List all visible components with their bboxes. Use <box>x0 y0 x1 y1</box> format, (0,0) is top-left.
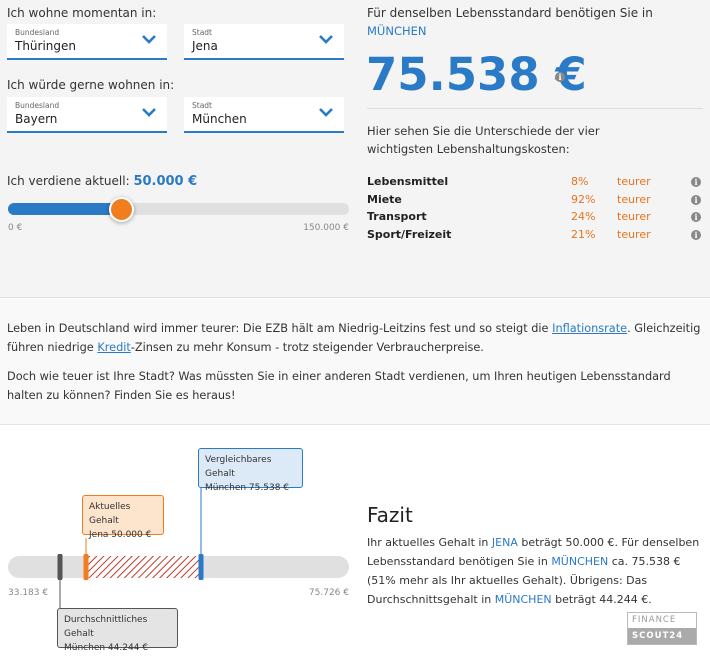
salary-slider-handle[interactable] <box>109 197 134 222</box>
result-amount: 75.538 € <box>366 48 587 101</box>
chevron-down-icon <box>142 35 156 44</box>
cost-trend: teurer <box>617 175 651 188</box>
difference-range <box>86 556 201 578</box>
divider <box>367 108 703 109</box>
average-salary-marker <box>57 554 63 580</box>
average-salary-box: Durchschnittliches Gehalt München 44.244… <box>57 608 178 653</box>
cost-percent: 24% <box>571 210 596 223</box>
select-caption: Bundesland <box>15 101 60 110</box>
inflation-link[interactable]: Inflationsrate <box>552 322 627 335</box>
chevron-down-icon <box>319 35 333 44</box>
select-value: Jena <box>192 39 218 53</box>
salary-label-text: Ich verdiene aktuell: <box>7 174 130 188</box>
desired-location-label: Ich würde gerne wohnen in: <box>7 78 175 92</box>
salary-label: Ich verdiene aktuell: 50.000 € <box>7 174 197 189</box>
current-city-select[interactable]: Stadt Jena <box>184 24 344 60</box>
cost-name: Miete <box>367 193 402 206</box>
cost-trend: teurer <box>617 228 651 241</box>
current-salary-box: Aktuelles Gehalt Jena 50.000 € <box>82 495 164 540</box>
cost-name: Sport/Freizeit <box>367 228 452 241</box>
cost-percent: 92% <box>571 193 596 206</box>
select-caption: Bundesland <box>15 28 60 37</box>
info-icon[interactable]: i <box>691 195 701 205</box>
fazit-title: Fazit <box>367 503 413 527</box>
cost-row-food: Lebensmittel 8% teurer i <box>367 175 703 192</box>
select-value: München <box>192 112 247 126</box>
salary-slider-fill <box>8 203 122 215</box>
salary-slider-track[interactable] <box>8 203 349 215</box>
slider-min-label: 0 € <box>8 223 23 233</box>
current-location-label: Ich wohne momentan in: <box>7 6 157 20</box>
fazit-city: JENA <box>491 536 518 549</box>
logo-line2: SCOUT24 <box>628 628 696 644</box>
chevron-down-icon <box>319 108 333 117</box>
cost-percent: 8% <box>571 175 589 188</box>
cost-row-transport: Transport 24% teurer i <box>367 210 703 227</box>
text: beträgt 44.244 €. <box>551 593 652 606</box>
box-title: Durchschnittliches Gehalt <box>64 615 148 639</box>
article-paragraph-2: Doch wie teuer ist Ihre Stadt? Was müsst… <box>7 370 671 402</box>
cost-row-leisure: Sport/Freizeit 21% teurer i <box>367 228 703 245</box>
chevron-down-icon <box>142 108 156 117</box>
article-section <box>0 299 710 425</box>
text: Leben in Deutschland wird immer teurer: … <box>7 322 553 335</box>
comparable-salary-box: Vergleichbares Gehalt München 75.538 € <box>198 448 303 493</box>
box-text: Jena 50.000 € <box>89 530 152 540</box>
box-title: Aktuelles Gehalt <box>89 502 131 526</box>
info-icon[interactable]: i <box>691 177 701 187</box>
box-text: München 44.244 € <box>64 643 149 653</box>
select-caption: Stadt <box>192 28 212 37</box>
select-value: Bayern <box>15 112 58 126</box>
select-value: Thüringen <box>15 39 77 53</box>
current-salary-marker <box>83 554 89 580</box>
cost-trend: teurer <box>617 193 651 206</box>
range-max-label: 75.726 € <box>308 588 349 598</box>
box-title: Vergleichbares Gehalt <box>205 455 272 479</box>
fazit-city: MÜNCHEN <box>494 593 552 606</box>
result-city: MÜNCHEN <box>367 24 427 38</box>
slider-max-label: 150.000 € <box>303 223 349 233</box>
select-caption: Stadt <box>192 101 212 110</box>
box-text: München 75.538 € <box>205 483 290 493</box>
fazit-text: Ihr aktuelles Gehalt in JENA beträgt 50.… <box>367 533 702 609</box>
fazit-city: MÜNCHEN <box>551 555 609 568</box>
info-icon[interactable]: i <box>691 230 701 240</box>
financescout24-logo: FINANCE SCOUT24 <box>627 612 697 645</box>
cost-name: Lebensmittel <box>367 175 449 188</box>
info-icon[interactable]: i <box>691 212 701 222</box>
cost-percent: 21% <box>571 228 596 241</box>
desired-city-select[interactable]: Stadt München <box>184 97 344 133</box>
desired-state-select[interactable]: Bundesland Bayern <box>7 97 167 133</box>
info-icon[interactable]: i <box>555 72 565 82</box>
salary-value: 50.000 € <box>133 174 198 189</box>
logo-line1: FINANCE <box>632 615 677 625</box>
text: Ihr aktuelles Gehalt in <box>367 536 492 549</box>
cost-row-rent: Miete 92% teurer i <box>367 193 703 210</box>
comparable-salary-marker <box>198 554 204 580</box>
range-min-label: 33.183 € <box>8 588 49 598</box>
cost-trend: teurer <box>617 210 651 223</box>
text: -Zinsen zu mehr Konsum - trotz steigende… <box>130 341 484 354</box>
salary-comparison-graphic <box>8 488 349 608</box>
credit-link[interactable]: Kredit <box>97 341 131 354</box>
current-state-select[interactable]: Bundesland Thüringen <box>7 24 167 60</box>
article-paragraph-1: Leben in Deutschland wird immer teurer: … <box>7 319 707 357</box>
costs-intro: Hier sehen Sie die Unterschiede der vier… <box>367 124 600 156</box>
result-intro: Für denselben Lebensstandard benötigen S… <box>367 6 653 20</box>
cost-name: Transport <box>367 210 427 223</box>
